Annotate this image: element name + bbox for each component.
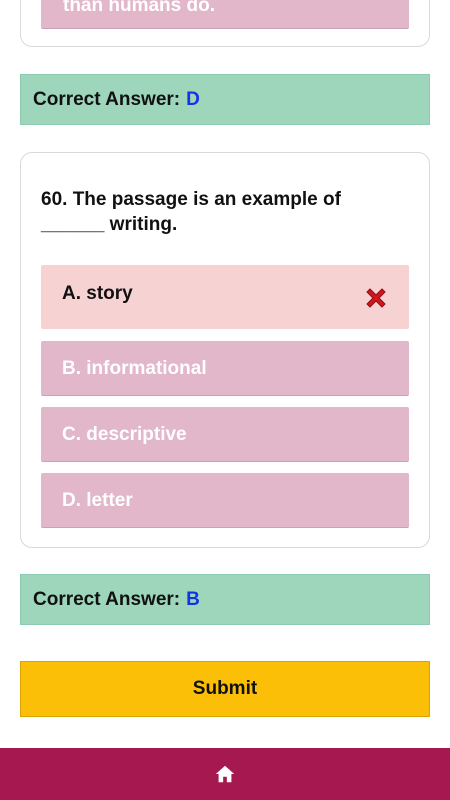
bottom-nav — [0, 748, 450, 800]
option-c[interactable]: C. descriptive — [41, 407, 409, 462]
option-d-label: D. letter — [62, 490, 133, 511]
correct-answer-letter: D — [186, 88, 200, 110]
previous-option[interactable]: than humans do. — [41, 0, 409, 29]
option-a-label: A. story — [62, 283, 133, 304]
submit-button[interactable]: Submit — [20, 661, 430, 717]
option-a[interactable]: A. story — [41, 265, 409, 329]
option-d[interactable]: D. letter — [41, 473, 409, 528]
previous-option-label: than humans do. — [63, 0, 215, 16]
x-mark-icon — [366, 288, 386, 308]
correct-answer-label: Correct Answer: — [33, 88, 181, 110]
question-line-1: 60. The passage is an example of — [41, 189, 341, 210]
option-b[interactable]: B. informational — [41, 341, 409, 396]
correct-answer-bar: Correct Answer: B — [20, 574, 430, 625]
correct-answer-label: Correct Answer: — [33, 588, 181, 610]
question-card: 60. The passage is an example of ______ … — [20, 152, 430, 548]
quiz-screen: than humans do. Correct Answer: D 60. Th… — [0, 0, 450, 800]
home-icon[interactable] — [214, 763, 236, 785]
correct-answer-bar: Correct Answer: D — [20, 74, 430, 125]
option-b-label: B. informational — [62, 358, 207, 379]
previous-question-card: than humans do. — [20, 0, 430, 47]
option-c-label: C. descriptive — [62, 424, 187, 445]
correct-answer-letter: B — [186, 588, 200, 610]
question-line-2: ______ writing. — [41, 214, 178, 235]
question-text: 60. The passage is an example of ______ … — [41, 187, 401, 237]
